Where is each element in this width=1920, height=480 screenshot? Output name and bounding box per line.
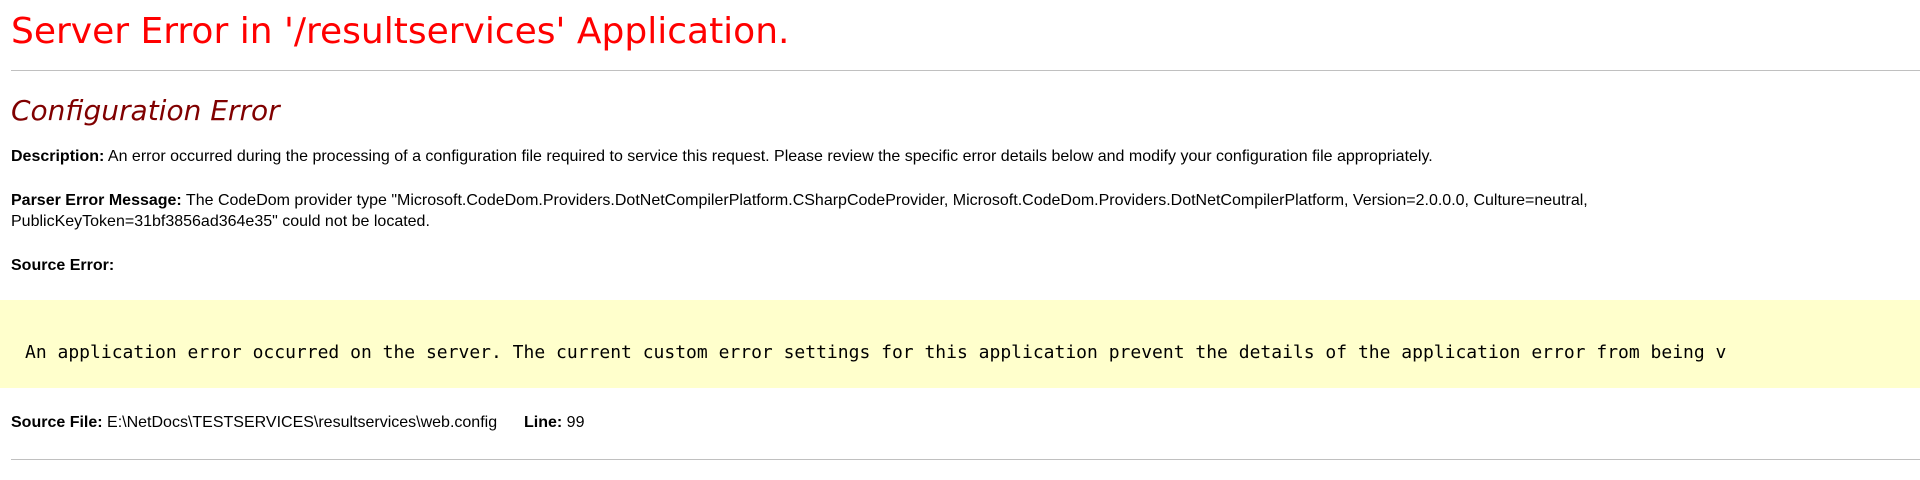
source-error-code-box: An application error occurred on the ser…	[0, 300, 1920, 388]
line-value: 99	[566, 414, 585, 431]
error-page: Server Error in '/resultservices' Applic…	[0, 0, 1920, 460]
parser-error-text-line1: The CodeDom provider type "Microsoft.Cod…	[185, 192, 1588, 209]
page-title: Server Error in '/resultservices' Applic…	[11, 11, 790, 52]
description-row: Description: An error occurred during th…	[11, 146, 1920, 167]
description-text: An error occurred during the processing …	[107, 148, 1433, 165]
line-label: Line:	[524, 414, 563, 431]
source-file-value: E:\NetDocs\TESTSERVICES\resultservices\w…	[107, 414, 498, 431]
parser-error-text-line2: PublicKeyToken=31bf3856ad364e35" could n…	[11, 213, 430, 230]
source-file-label: Source File:	[11, 414, 103, 431]
error-subtitle: Configuration Error	[11, 94, 280, 127]
description-label: Description:	[11, 148, 105, 165]
bottom-divider	[11, 459, 1920, 460]
source-error-row: Source Error:	[11, 255, 1920, 276]
source-file-row: Source File: E:\NetDocs\TESTSERVICES\res…	[11, 412, 1920, 433]
source-error-label: Source Error:	[11, 257, 115, 274]
parser-error-label: Parser Error Message:	[11, 192, 182, 209]
source-error-code-text: An application error occurred on the ser…	[25, 342, 1727, 363]
parser-error-row: Parser Error Message: The CodeDom provid…	[11, 190, 1920, 232]
